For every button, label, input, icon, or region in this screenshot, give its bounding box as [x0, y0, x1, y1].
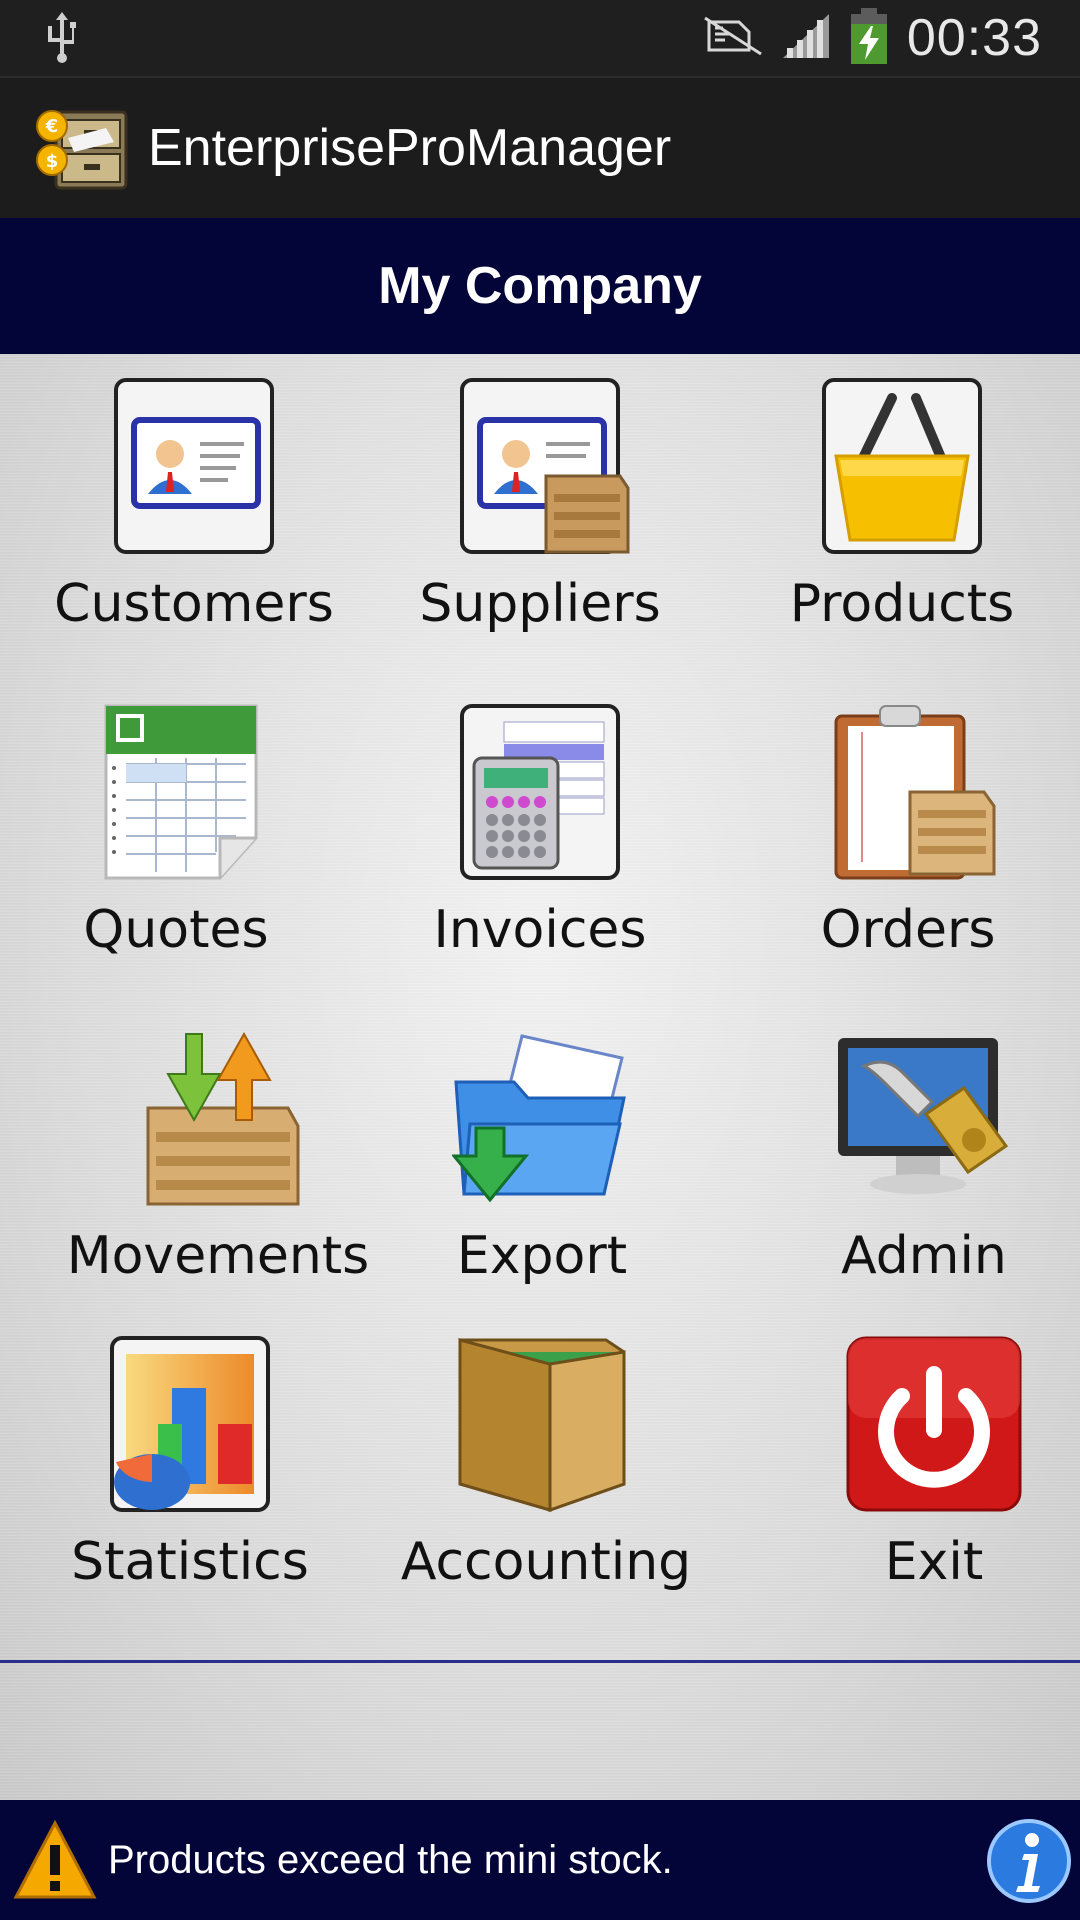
accounting-label: Accounting [400, 1532, 692, 1592]
no-sim-icon [703, 14, 763, 62]
company-name: My Company [0, 218, 1080, 354]
svg-text:$: $ [46, 151, 59, 172]
admin-button[interactable]: Admin [774, 1028, 1074, 1318]
exit-button[interactable]: Exit [784, 1334, 1080, 1624]
quotes-label: Quotes [83, 900, 269, 960]
statistics-button[interactable]: Statistics [40, 1334, 340, 1624]
svg-text:€: € [45, 116, 59, 137]
export-label: Export [456, 1226, 628, 1286]
orders-label: Orders [820, 900, 996, 960]
usb-icon [44, 12, 80, 68]
products-label: Products [789, 574, 1015, 634]
orders-button[interactable]: Orders [758, 702, 1058, 992]
invoices-button[interactable]: Invoices [390, 702, 690, 992]
signal-icon [781, 12, 831, 64]
app-bar: € $ EnterpriseProManager [0, 76, 1080, 218]
suppliers-button[interactable]: Suppliers [390, 376, 690, 666]
clock: 00:33 [906, 9, 1042, 67]
status-bar: 00:33 [0, 0, 1080, 76]
invoices-label: Invoices [433, 900, 647, 960]
customers-label: Customers [54, 574, 334, 634]
movements-label: Movements [66, 1226, 370, 1286]
contact-card-box-icon [450, 376, 630, 556]
exit-label: Exit [884, 1532, 984, 1592]
calculator-icon [450, 702, 630, 882]
battery-charging-icon [849, 8, 889, 68]
footer-bar: Products exceed the mini stock. [0, 1800, 1080, 1920]
stock-warning-message[interactable]: Products exceed the mini stock. [108, 1838, 673, 1883]
app-logo-icon: € $ [34, 98, 134, 198]
spreadsheet-icon [86, 702, 266, 882]
export-button[interactable]: Export [392, 1028, 692, 1318]
basket-icon [812, 376, 992, 556]
wallet-icon [456, 1334, 636, 1514]
statistics-label: Statistics [71, 1532, 309, 1592]
app-title: EnterpriseProManager [148, 119, 672, 177]
section-divider [0, 1660, 1080, 1663]
info-icon[interactable] [986, 1818, 1072, 1904]
main-menu: Customers Suppliers Products Quotes Invo… [0, 354, 1080, 1800]
suppliers-label: Suppliers [419, 574, 661, 634]
box-arrows-icon [128, 1028, 308, 1208]
admin-label: Admin [841, 1226, 1007, 1286]
quotes-button[interactable]: Quotes [26, 702, 326, 992]
chart-icon [100, 1334, 280, 1514]
folder-export-icon [450, 1028, 632, 1208]
products-button[interactable]: Products [752, 376, 1052, 666]
clipboard-box-icon [818, 702, 998, 882]
contact-card-icon [104, 376, 284, 556]
movements-button[interactable]: Movements [66, 1028, 370, 1318]
warning-icon [12, 1817, 98, 1903]
accounting-button[interactable]: Accounting [396, 1334, 696, 1624]
monitor-wrench-icon [834, 1028, 1014, 1208]
power-icon [844, 1334, 1024, 1514]
customers-button[interactable]: Customers [44, 376, 344, 666]
